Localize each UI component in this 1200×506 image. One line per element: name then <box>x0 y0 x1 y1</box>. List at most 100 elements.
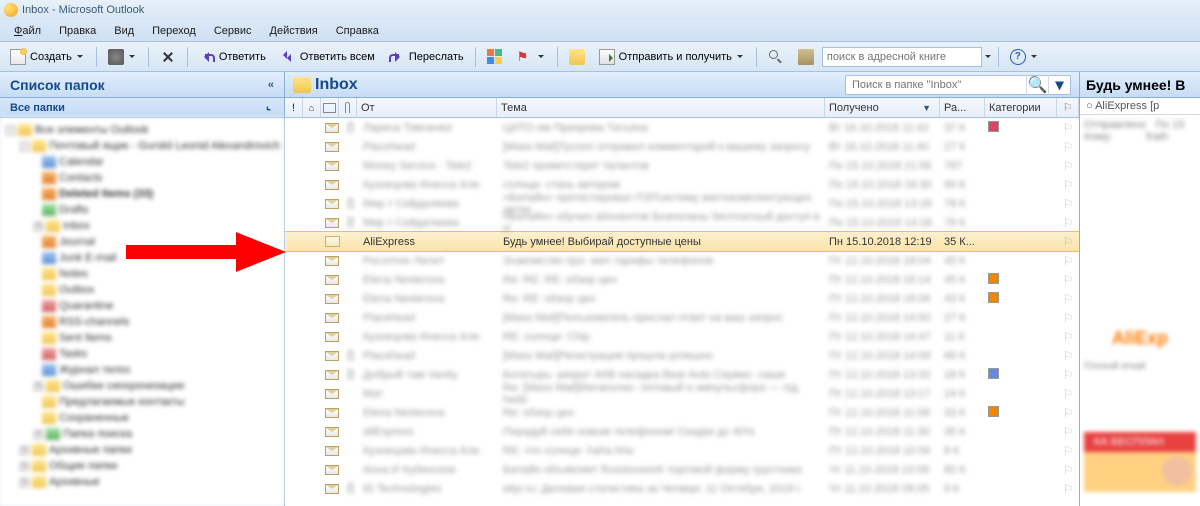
flag-icon[interactable]: ⚐ <box>1063 140 1074 154</box>
reading-pane-subject: Будь умнее! В <box>1080 72 1200 98</box>
flag-button[interactable] <box>511 46 552 68</box>
menu-help[interactable]: Справка <box>328 23 387 39</box>
message-row[interactable]: Лариса ТимченкоЦИТО им Приорова ТатьянаВ… <box>285 118 1079 137</box>
message-row[interactable]: Placehead[Mass Mail]Tycoon отправил комм… <box>285 137 1079 156</box>
inbox-search-box[interactable]: 🔍 ▾ <box>845 75 1071 95</box>
message-row[interactable]: Анна И КубенскоеБилайн объявляет Russion… <box>285 460 1079 479</box>
chevron-down-icon[interactable] <box>128 50 137 64</box>
collapse-icon[interactable]: « <box>268 79 274 91</box>
flag-icon[interactable]: ⚐ <box>1063 406 1074 420</box>
chevron-down-icon[interactable] <box>537 50 546 64</box>
menu-tools[interactable]: Сервис <box>206 23 260 39</box>
search-button[interactable]: 🔍 <box>1026 75 1048 95</box>
message-row[interactable]: Elena NesterovaRe: обзор ценПт 12.10.201… <box>285 403 1079 422</box>
message-row[interactable]: aliExpressПорадуй себя новым телефоном! … <box>285 422 1079 441</box>
address-search-input[interactable] <box>827 51 977 63</box>
categorize-button[interactable] <box>481 46 509 68</box>
col-attach[interactable] <box>339 98 357 117</box>
flag-icon[interactable]: ⚐ <box>1063 292 1074 306</box>
message-row[interactable]: Placehead[Mass Mail]Пользователь прислал… <box>285 308 1079 327</box>
menu-file[interactable]: Файл <box>6 23 49 39</box>
message-row[interactable]: Money Service - Tele2Tele2 приветствует … <box>285 156 1079 175</box>
envelope-icon <box>325 408 339 418</box>
flag-icon[interactable]: ⚐ <box>1063 121 1074 135</box>
printer-icon <box>108 49 124 65</box>
flag-icon[interactable]: ⚐ <box>1063 368 1074 382</box>
address-book-button[interactable] <box>792 46 820 68</box>
flag-icon[interactable]: ⚐ <box>1063 330 1074 344</box>
find-contact-button[interactable] <box>762 46 790 68</box>
inbox-search-input[interactable] <box>846 79 1026 91</box>
menu-edit[interactable]: Правка <box>51 23 104 39</box>
message-row[interactable]: ID Technologieseliyr.ru: Деловая статист… <box>285 479 1079 498</box>
folder-tree[interactable]: -Все элементы Outlook -Почтовый ящик - G… <box>0 118 284 506</box>
col-received[interactable]: Получено▼ <box>825 98 940 117</box>
flag-icon[interactable]: ⚐ <box>1063 349 1074 363</box>
help-icon: ? <box>1010 49 1026 65</box>
message-row[interactable]: Placehead[Mass Mail]Регистрация прошла у… <box>285 346 1079 365</box>
flag-icon[interactable]: ⚐ <box>1063 311 1074 325</box>
all-folders-header[interactable]: Все папки ⌄ <box>0 98 284 118</box>
flag-icon[interactable]: ⚐ <box>1063 216 1074 230</box>
chevron-down-icon[interactable] <box>984 50 993 64</box>
categories-icon <box>487 49 503 65</box>
inbox-header: Inbox 🔍 ▾ <box>285 72 1079 98</box>
col-size[interactable]: Ра... <box>940 98 985 117</box>
col-categories[interactable]: Категории <box>985 98 1057 117</box>
message-row[interactable]: Кузнецова Инесса АлеRE: что солнце- haha… <box>285 441 1079 460</box>
search-options-button[interactable]: ▾ <box>1048 75 1070 95</box>
col-importance[interactable]: ! <box>285 98 303 117</box>
flag-icon[interactable]: ⚐ <box>1063 425 1074 439</box>
flag-icon[interactable]: ⚐ <box>1063 197 1074 211</box>
new-mail-icon <box>10 49 26 65</box>
col-flag[interactable]: ⚐ <box>1057 98 1079 117</box>
envelope-icon <box>325 180 339 190</box>
envelope-icon <box>325 256 339 266</box>
address-search-box[interactable] <box>822 47 982 67</box>
flag-icon[interactable]: ⚐ <box>1063 178 1074 192</box>
message-row[interactable]: МатRe: [Mass Mail]Мегаполис- оптовый и и… <box>285 384 1079 403</box>
move-to-folder-button[interactable] <box>563 46 591 68</box>
flag-icon[interactable]: ⚐ <box>1063 482 1074 496</box>
col-icon[interactable] <box>321 98 339 117</box>
menu-actions[interactable]: Действия <box>262 23 326 39</box>
flag-icon[interactable]: ⚐ <box>1063 254 1074 268</box>
reply-button[interactable]: Ответить <box>193 46 272 68</box>
new-button[interactable]: Создать <box>4 46 91 68</box>
message-row[interactable]: Мир т Сейдалиева«Билайн» обучил абоненто… <box>285 213 1079 232</box>
help-button[interactable]: ? <box>1004 46 1045 68</box>
message-row[interactable]: Кузнецова Инесса АлеRE: солнце- ChipПт 1… <box>285 327 1079 346</box>
chevron-down-icon[interactable] <box>736 50 745 64</box>
message-list[interactable]: Лариса ТимченкоЦИТО им Приорова ТатьянаВ… <box>285 118 1079 506</box>
col-from[interactable]: От <box>357 98 497 117</box>
flag-icon[interactable]: ⚐ <box>1063 463 1074 477</box>
col-reminder[interactable]: ⌂ <box>303 98 321 117</box>
flag-icon[interactable]: ⚐ <box>1063 444 1074 458</box>
message-row[interactable]: Elena NesterovaRe: RE: RE: обзор ценПт 1… <box>285 270 1079 289</box>
reminder-icon: ⌂ <box>309 103 314 113</box>
menu-bar: Файл Правка Вид Переход Сервис Действия … <box>0 20 1200 42</box>
print-button[interactable] <box>102 46 143 68</box>
delete-button[interactable] <box>154 46 182 68</box>
message-row[interactable]: Росэлтон ЛилитЗнакомство про- жел тарифы… <box>285 251 1079 270</box>
folder-icon <box>569 49 585 65</box>
menu-go[interactable]: Переход <box>144 23 204 39</box>
menu-view[interactable]: Вид <box>106 23 142 39</box>
flag-icon[interactable]: ⚐ <box>1063 235 1074 249</box>
envelope-icon <box>325 218 339 228</box>
flag-icon[interactable]: ⚐ <box>1063 159 1074 173</box>
envelope-icon <box>325 446 339 456</box>
col-subject[interactable]: Тема <box>497 98 825 117</box>
separator <box>187 47 188 67</box>
message-row-selected[interactable]: AliExpressБудь умнее! Выбирай доступные … <box>285 232 1079 251</box>
flag-icon[interactable]: ⚐ <box>1063 387 1074 401</box>
send-receive-button[interactable]: Отправить и получить <box>593 46 751 68</box>
chevron-down-icon[interactable] <box>1030 50 1039 64</box>
envelope-icon <box>325 484 339 494</box>
chevron-down-icon[interactable] <box>76 50 85 64</box>
reply-all-button[interactable]: Ответить всем <box>274 46 381 68</box>
flag-icon[interactable]: ⚐ <box>1063 273 1074 287</box>
all-folders-label: Все папки <box>10 102 65 114</box>
message-row[interactable]: Elena NesterovaRe: RE: обзор ценПт 12.10… <box>285 289 1079 308</box>
forward-button[interactable]: Переслать <box>383 46 470 68</box>
